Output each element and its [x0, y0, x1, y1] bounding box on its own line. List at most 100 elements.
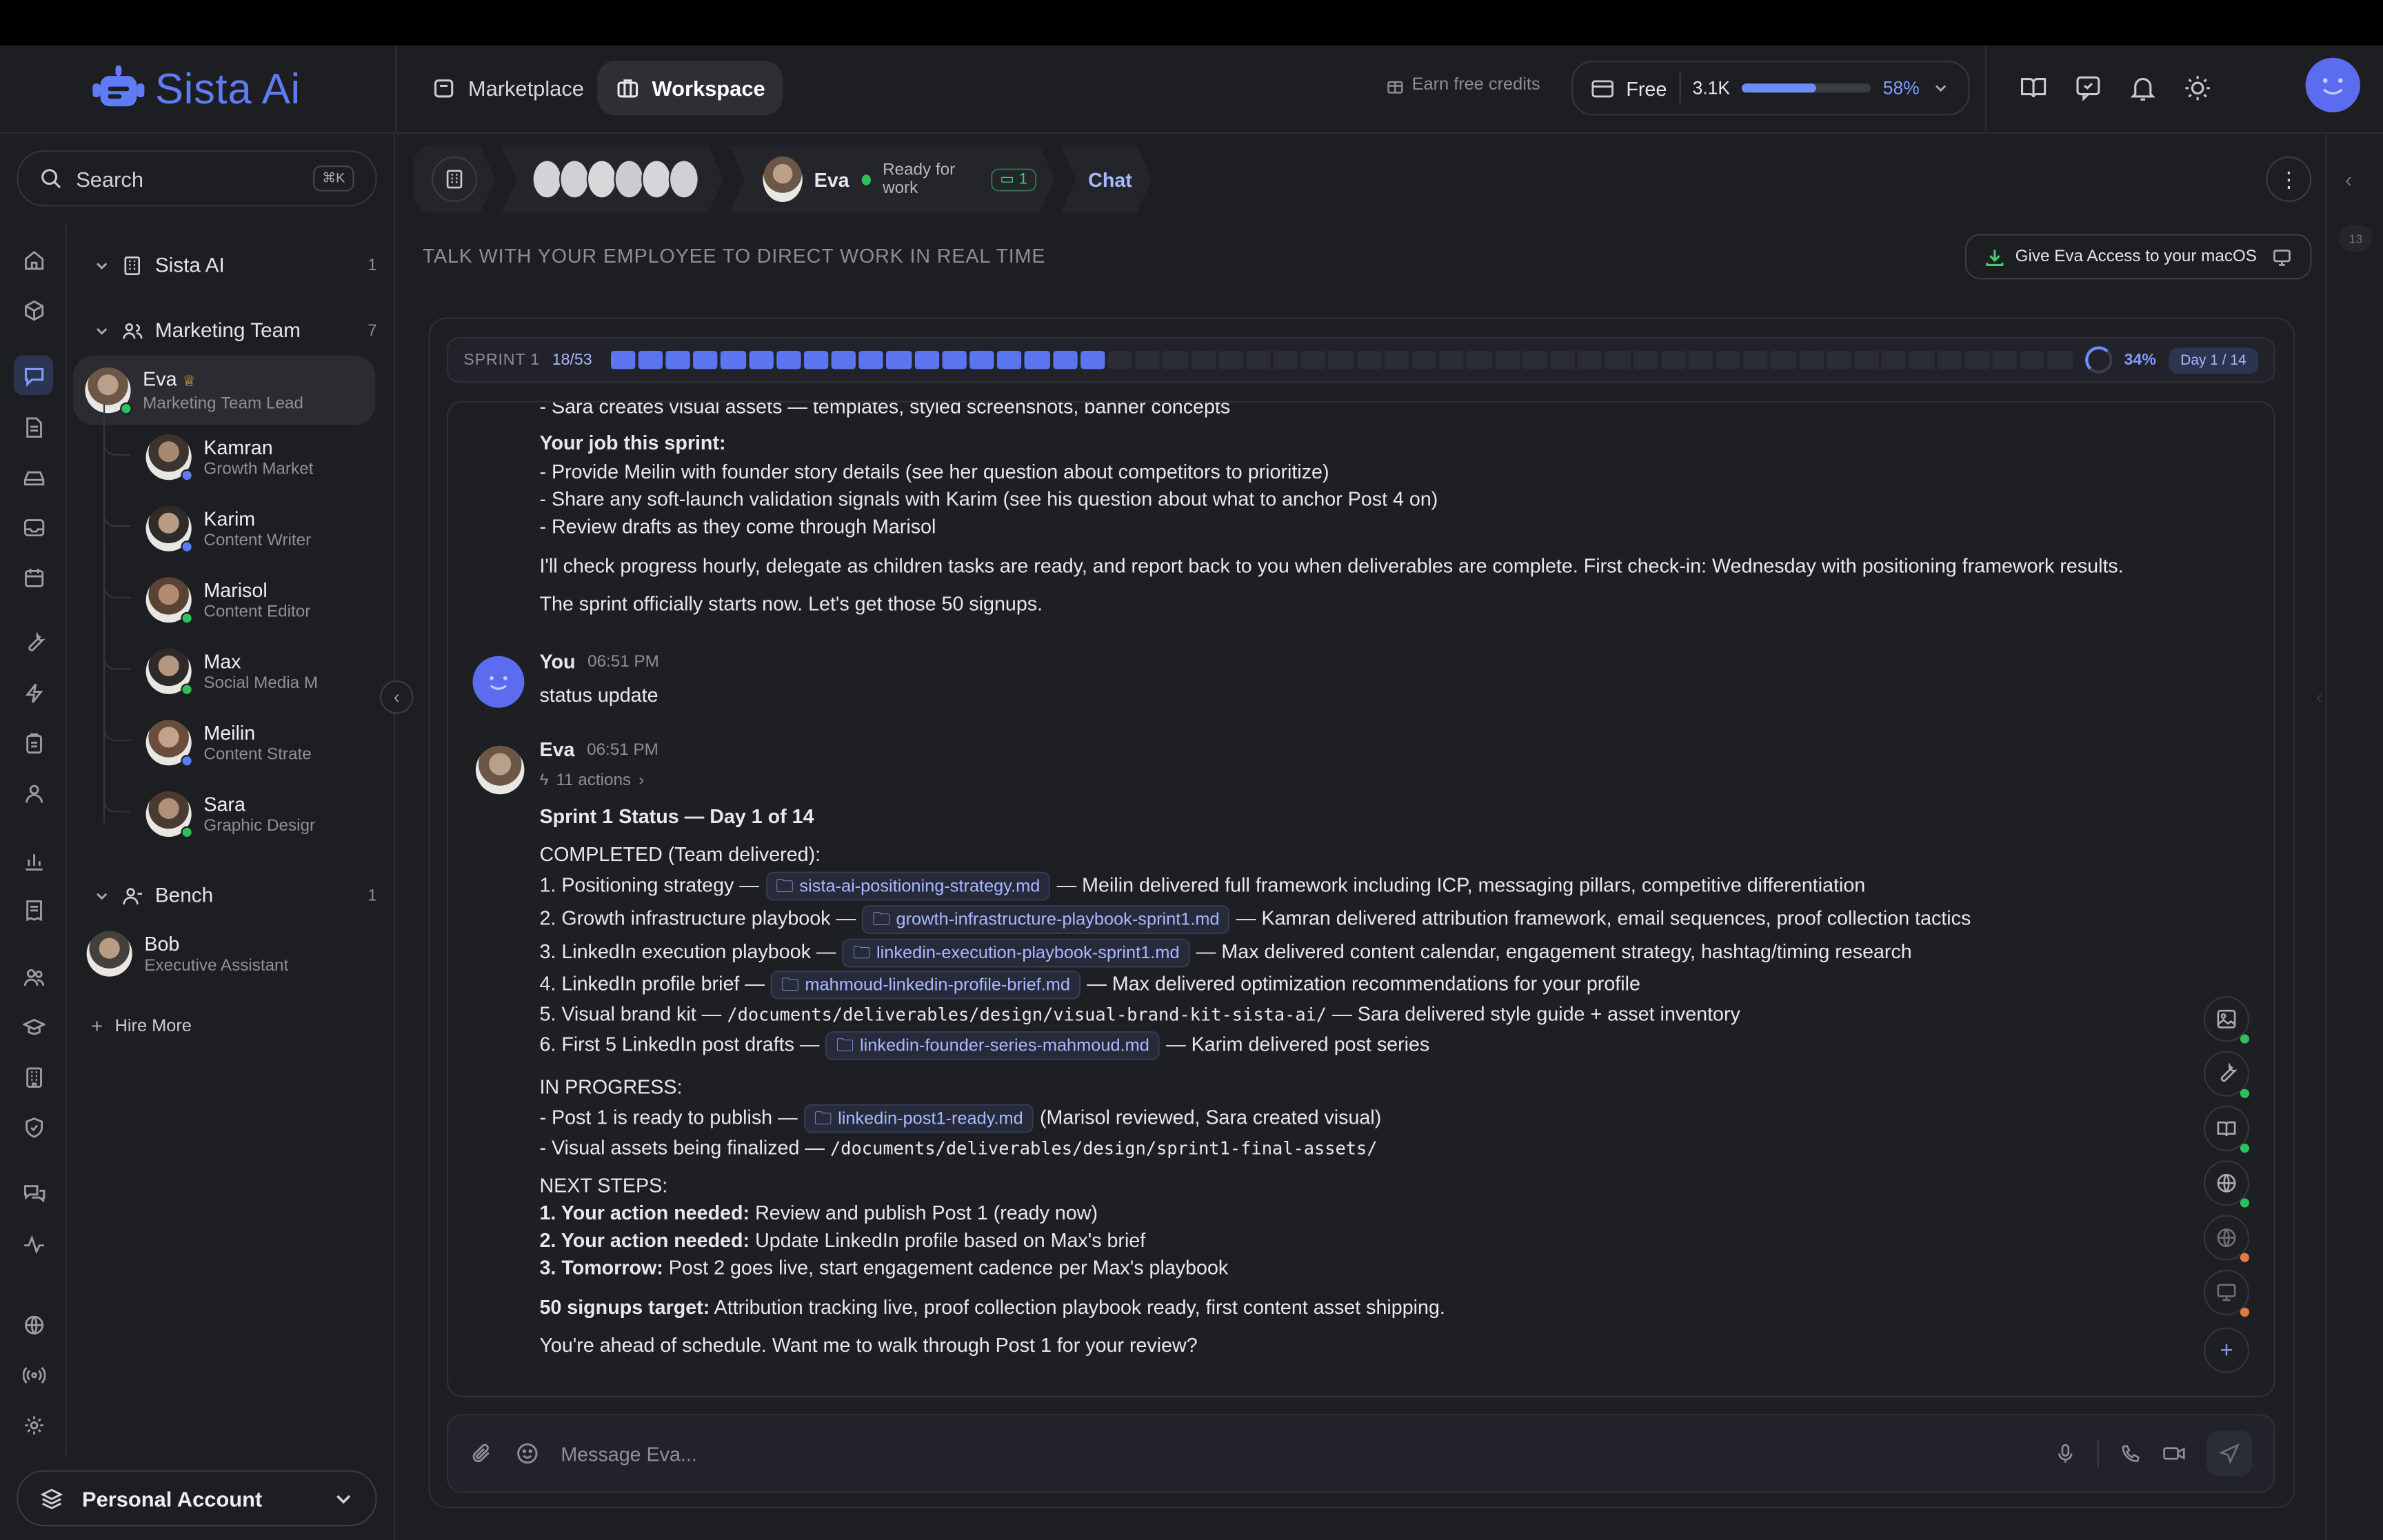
company-group[interactable]: Sista AI 1 [94, 254, 377, 276]
phone-icon[interactable] [2120, 1443, 2142, 1464]
shield-icon[interactable] [17, 1111, 50, 1144]
activity-icon[interactable] [17, 1227, 50, 1260]
feedback-icon[interactable] [2073, 73, 2103, 103]
account-switcher[interactable]: Personal Account [17, 1470, 377, 1527]
nav-workspace[interactable]: Workspace [597, 61, 784, 116]
briefcase-icon [616, 76, 640, 100]
top-header: Sista Ai Marketplace Workspace Earn free… [0, 45, 2383, 134]
actions-toggle[interactable]: ϟ 11 actions › [539, 767, 658, 795]
bench-count: 1 [368, 886, 377, 905]
hire-more-button[interactable]: + Hire More [91, 1015, 192, 1037]
team-icon [121, 320, 143, 341]
add-tool-button[interactable]: + [2203, 1327, 2250, 1373]
computer-button[interactable] [2203, 1269, 2250, 1317]
bob-avatar [86, 931, 132, 977]
chat-icon[interactable] [13, 355, 54, 395]
building-icon[interactable] [17, 1060, 50, 1093]
person-icon[interactable] [17, 776, 50, 809]
sprint-segment [665, 350, 690, 369]
broadcast-icon[interactable] [17, 1358, 50, 1391]
macos-access-label: Give Eva Access to your macOS [2015, 247, 2257, 266]
user-avatar[interactable] [2305, 57, 2360, 113]
completed-item: 1. Positioning strategy — 🗀 sista-ai-posit… [539, 871, 1865, 901]
people-icon[interactable] [17, 960, 50, 993]
tools-button[interactable] [2203, 1051, 2250, 1098]
messages-icon[interactable] [17, 1177, 50, 1210]
chevron-left-icon[interactable]: ‹ [2316, 687, 2322, 708]
more-options-button[interactable]: ⋮ [2266, 156, 2312, 203]
breadcrumb-chat[interactable]: Chat [1060, 146, 1152, 213]
file-link[interactable]: 🗀 mahmoud-linkedin-profile-brief.md [770, 970, 1081, 1000]
macos-access-button[interactable]: Give Eva Access to your macOS [1964, 234, 2312, 280]
file-link[interactable]: 🗀 linkedin-execution-playbook-sprint1.md [842, 938, 1190, 968]
breadcrumb-employee[interactable]: Eva Ready for work ▭ 1 [730, 146, 1055, 213]
status-dot [181, 540, 193, 553]
search-input[interactable]: Search ⌘K [17, 150, 377, 207]
lightning-icon[interactable] [17, 676, 50, 709]
employee-avatar [145, 577, 193, 625]
usage-percent: 58% [1882, 77, 1920, 99]
inbox-icon[interactable] [17, 510, 50, 543]
chevron-left-icon[interactable]: ‹ [2345, 167, 2352, 191]
employee-text: Karim Content Writer [203, 507, 325, 551]
employee-meilin[interactable]: Meilin Content Strate [103, 689, 325, 767]
target-line: 50 signups target: Attribution tracking … [539, 1294, 1445, 1321]
task-count: 1 [1018, 170, 1027, 188]
bob-name: Bob [144, 931, 180, 955]
paperclip-icon[interactable] [470, 1441, 494, 1466]
web-button[interactable] [2203, 1160, 2250, 1208]
docs-book-icon[interactable] [2018, 73, 2049, 103]
send-button[interactable] [2206, 1430, 2253, 1477]
item-prefix: - Visual assets being finalized — [539, 1135, 825, 1159]
bar-chart-icon[interactable] [17, 843, 50, 876]
eva-sender-row: Eva 06:51 PM [539, 737, 658, 764]
clipboard-icon[interactable] [17, 726, 50, 759]
globe-icon[interactable] [17, 1308, 50, 1341]
cube-icon[interactable] [17, 293, 50, 326]
knowledge-button[interactable] [2203, 1105, 2250, 1153]
employee-karim[interactable]: Karim Content Writer [103, 475, 325, 553]
employee-marisol[interactable]: Marisol Content Editor [103, 547, 325, 625]
right-rail-badge[interactable]: 13 [2339, 225, 2373, 252]
sun-theme-icon[interactable] [2182, 73, 2213, 103]
calendar-icon[interactable] [17, 560, 50, 594]
sprint-segment [2020, 350, 2045, 369]
sprint-progress-bar[interactable]: SPRINT 1 18/53 34% Day 1 / 14 [447, 337, 2275, 383]
sidebar-collapse-button[interactable]: ‹ [380, 680, 414, 714]
browser-button[interactable] [2203, 1215, 2250, 1262]
nav-marketplace[interactable]: Marketplace [414, 61, 603, 115]
earn-credits-link[interactable]: Earn free credits [1386, 76, 1540, 94]
drive-icon[interactable] [17, 460, 50, 494]
file-link[interactable]: 🗀 linkedin-post1-ready.md [803, 1104, 1034, 1133]
employee-max[interactable]: Max Social Media M [103, 618, 325, 696]
bench-group[interactable]: Bench 1 [94, 884, 377, 906]
message-input[interactable]: Message Eva... [561, 1442, 2033, 1465]
wrench-icon[interactable] [17, 626, 50, 659]
team-group[interactable]: Marketing Team 7 [94, 319, 377, 342]
file-link[interactable]: 🗀 sista-ai-positioning-strategy.md [765, 871, 1051, 901]
employee-sara[interactable]: Sara Graphic Desigr [103, 760, 325, 839]
microphone-icon[interactable] [2055, 1443, 2076, 1464]
receipt-icon[interactable] [17, 893, 50, 926]
task-count-badge[interactable]: ▭ 1 [991, 168, 1036, 190]
plan-usage-dropdown[interactable]: Free 3.1K 58% [1571, 61, 1970, 116]
image-tool-button[interactable] [2203, 996, 2250, 1044]
employee-bob[interactable]: Bob Executive Assistant [86, 931, 327, 977]
sender-name: Eva [539, 738, 575, 761]
bell-icon[interactable] [2128, 73, 2158, 103]
app-window: Sista Ai Marketplace Workspace Earn free… [0, 0, 2383, 1540]
video-icon[interactable] [2162, 1443, 2185, 1464]
settings-gear-icon[interactable] [17, 1408, 50, 1441]
file-link[interactable]: 🗀 growth-infrastructure-playbook-sprint1.… [861, 905, 1231, 935]
breadcrumb-company[interactable] [414, 146, 496, 213]
home-icon[interactable] [17, 243, 50, 276]
document-icon[interactable] [17, 410, 50, 443]
employee-kamran[interactable]: Kamran Growth Market [103, 404, 325, 482]
brand-logo[interactable]: Sista Ai [91, 61, 301, 119]
graduation-cap-icon[interactable] [17, 1010, 50, 1043]
breadcrumb-team[interactable] [501, 146, 723, 213]
file-link[interactable]: 🗀 linkedin-founder-series-mahmoud.md [825, 1031, 1160, 1060]
emoji-icon[interactable] [515, 1441, 539, 1466]
employee-text: Sara Graphic Desigr [203, 792, 325, 836]
sprint-segment [748, 350, 774, 369]
